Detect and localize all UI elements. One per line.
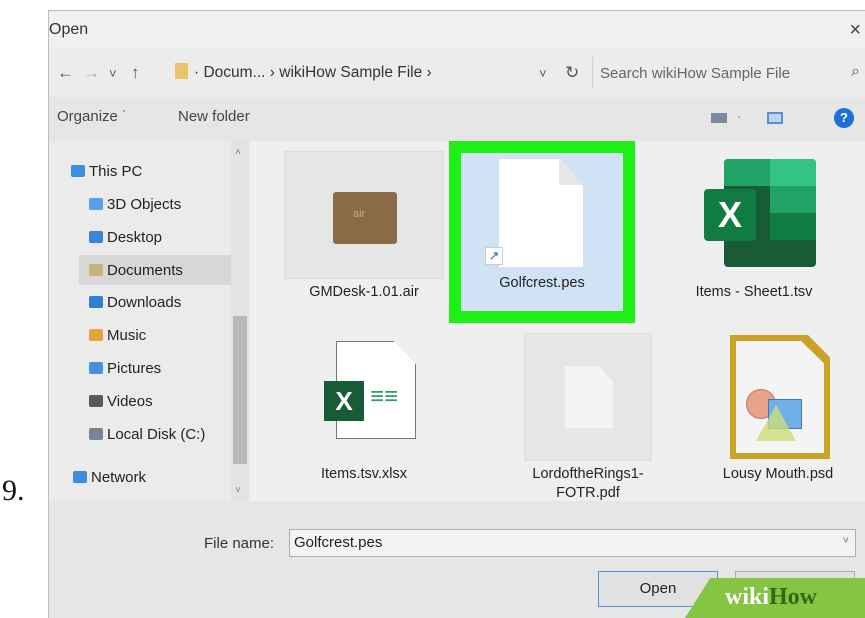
view-options-dropdown-icon[interactable]: ·: [737, 109, 741, 123]
scroll-up-icon[interactable]: ˄: [235, 147, 241, 158]
help-icon[interactable]: ?: [834, 108, 854, 128]
breadcrumb-path[interactable]: · Docum... › wikiHow Sample File ›: [194, 64, 432, 81]
sidebar-item-label: Videos: [107, 393, 153, 410]
search-placeholder: Search wikiHow Sample File: [600, 65, 791, 82]
3d-objects-icon: [89, 198, 103, 210]
scroll-down-icon[interactable]: ˅: [235, 485, 241, 496]
refresh-icon[interactable]: ↻: [565, 63, 579, 83]
excel-badge: X: [324, 381, 364, 421]
new-folder-button[interactable]: New folder: [178, 108, 250, 125]
file-name-input[interactable]: Golfcrest.pes ˅: [289, 529, 856, 557]
file-item[interactable]: X Items - Sheet1.tsv: [674, 151, 834, 331]
sidebar-item-label: Music: [107, 327, 147, 344]
desktop-icon: [89, 231, 103, 243]
documents-icon: [89, 264, 103, 276]
address-bar: ← → ˅ ↑ · Docum... › wikiHow Sample File…: [49, 49, 865, 97]
sidebar-item-local-disk[interactable]: Local Disk (C:): [89, 426, 205, 443]
watermark-how: How: [769, 584, 818, 610]
open-file-dialog: Open × ← → ˅ ↑ · Docum... › wikiHow Samp…: [48, 10, 865, 618]
file-thumbnail: air: [284, 151, 444, 279]
breadcrumb[interactable]: · Docum... › wikiHow Sample File ›: [175, 63, 432, 82]
sidebar-item-3d-objects[interactable]: 3D Objects: [89, 196, 181, 213]
dialog-title: Open: [49, 21, 89, 38]
watermark-wiki: wiki: [725, 584, 770, 610]
file-item[interactable]: air GMDesk-1.01.air: [284, 151, 444, 311]
preview-pane-icon[interactable]: [767, 112, 783, 124]
file-name-label: File name:: [204, 535, 275, 552]
folder-icon: [175, 63, 188, 79]
network-icon: [73, 471, 87, 483]
sidebar-item-label: 3D Objects: [107, 196, 182, 213]
sidebar-item-videos[interactable]: Videos: [89, 393, 153, 410]
step-number: 9.: [2, 474, 25, 507]
file-name-value: Golfcrest.pes: [294, 534, 383, 551]
excel-icon: X: [704, 159, 816, 267]
selected-file-highlight[interactable]: ↗ Golfcrest.pes: [449, 141, 635, 323]
downloads-icon: [89, 296, 103, 308]
file-item[interactable]: LordoftheRings1-FOTR.pdf: [484, 333, 652, 501]
file-name: GMDesk-1.01.air: [309, 284, 419, 300]
wikihow-watermark: wikiHow: [685, 578, 865, 618]
sidebar-item-label: Local Disk (C:): [107, 426, 206, 443]
music-icon: [89, 329, 103, 341]
shortcut-arrow-icon: ↗: [485, 247, 503, 265]
sidebar-item-music[interactable]: Music: [89, 327, 146, 344]
back-icon[interactable]: ←: [57, 63, 74, 83]
file-name: Items.tsv.xlsx: [321, 466, 407, 482]
blank-document-icon: [565, 366, 613, 428]
local-disk-icon: [89, 428, 103, 440]
sidebar-item-label: Documents: [107, 262, 183, 279]
sidebar-item-network[interactable]: Network: [73, 469, 146, 486]
title-bar: Open ×: [49, 11, 865, 49]
sidebar-item-downloads[interactable]: Downloads: [89, 294, 181, 311]
close-icon[interactable]: ×: [849, 19, 861, 42]
address-dropdown-icon[interactable]: ˅: [539, 66, 547, 81]
air-package-icon: air: [333, 192, 397, 244]
sidebar-item-documents[interactable]: Documents: [79, 255, 231, 285]
sidebar-item-label: Pictures: [107, 360, 162, 377]
videos-icon: [89, 395, 103, 407]
file-name: LordoftheRings1-FOTR.pdf: [532, 466, 644, 501]
sidebar-item-label: Downloads: [107, 294, 182, 311]
chevron-down-icon[interactable]: ˅: [843, 535, 849, 547]
forward-icon[interactable]: →: [83, 63, 100, 83]
change-view-icon[interactable]: [711, 113, 727, 123]
sidebar-item-label: Network: [91, 469, 147, 486]
search-input[interactable]: Search wikiHow Sample File ⌕: [592, 57, 865, 89]
up-folder-icon[interactable]: ↑: [131, 63, 140, 83]
search-icon[interactable]: ⌕: [851, 63, 860, 81]
spreadsheet-grid-icon: ≡≡: [370, 383, 399, 410]
sidebar-item-label: Desktop: [107, 229, 163, 246]
sidebar-item-pictures[interactable]: Pictures: [89, 360, 161, 377]
command-toolbar: Organize ˙ New folder · ?: [49, 97, 865, 141]
file-item[interactable]: Lousy Mouth.psd: [674, 333, 834, 493]
file-name: Lousy Mouth.psd: [722, 466, 834, 482]
scrollbar-thumb[interactable]: [233, 316, 247, 464]
organize-button[interactable]: Organize ˙: [57, 108, 127, 125]
sidebar-item-label: This PC: [89, 163, 143, 180]
computer-icon: [71, 165, 85, 177]
navigation-pane: This PC 3D Objects Desktop Documents Dow…: [49, 141, 231, 501]
navigation-scrollbar[interactable]: ˄ ˅: [231, 141, 249, 501]
recent-locations-icon[interactable]: ˅: [109, 66, 117, 81]
file-name: Golfcrest.pes: [499, 275, 585, 291]
file-name: Items - Sheet1.tsv: [695, 284, 813, 300]
sidebar-item-desktop[interactable]: Desktop: [89, 229, 162, 246]
file-thumbnail: [524, 333, 652, 461]
sidebar-item-this-pc[interactable]: This PC: [71, 163, 142, 180]
file-item[interactable]: X ≡≡ Items.tsv.xlsx: [284, 333, 444, 493]
file-list: air GMDesk-1.01.air ↗ Golfcrest.pes X It…: [250, 141, 865, 501]
pictures-icon: [89, 362, 103, 374]
